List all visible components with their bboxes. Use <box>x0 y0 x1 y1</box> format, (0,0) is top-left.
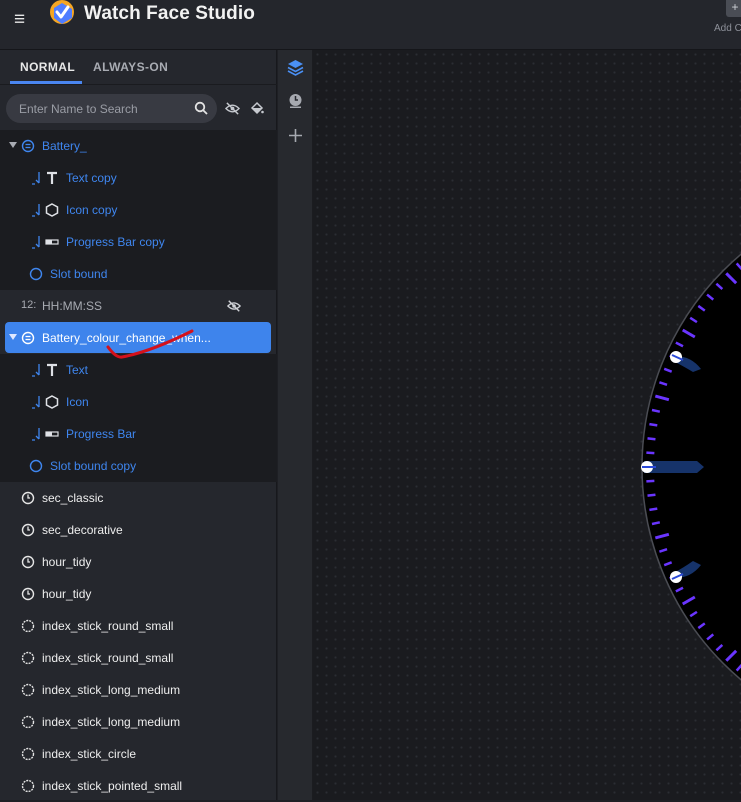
layer-row-sec-classic[interactable]: sec_classic <box>0 482 277 514</box>
layer-row-index[interactable]: index_stick_round_small <box>0 642 277 674</box>
app-title: Watch Face Studio <box>84 3 255 25</box>
layer-label: Progress Bar <box>66 427 136 441</box>
clock-hand-icon <box>21 555 35 569</box>
layer-row-index[interactable]: index_stick_long_medium <box>0 674 277 706</box>
tab-normal[interactable]: NORMAL <box>20 60 75 74</box>
layer-row-hour-tidy[interactable]: hour_tidy <box>0 546 277 578</box>
active-tab-indicator <box>10 81 82 84</box>
child-link-icon <box>30 395 44 409</box>
top-bar: ≡ Watch Face Studio + Add C <box>0 0 741 50</box>
child-link-icon <box>30 235 44 249</box>
menu-icon[interactable]: ≡ <box>14 10 34 30</box>
layer-label: hour_tidy <box>42 587 91 601</box>
child-link-icon <box>30 363 44 377</box>
layer-row-slot-bound-copy[interactable]: Slot bound copy <box>0 450 277 482</box>
child-link-icon <box>30 427 44 441</box>
layers-icon[interactable] <box>287 59 304 76</box>
slot-circle-icon <box>29 267 43 281</box>
expand-caret-icon[interactable] <box>9 334 17 340</box>
layer-row-icon-copy[interactable]: Icon copy <box>0 194 277 226</box>
index-dial-icon <box>21 715 35 729</box>
layer-row-text[interactable]: Text <box>0 354 277 386</box>
layer-label: index_stick_round_small <box>42 619 173 633</box>
layer-label: Text <box>66 363 88 377</box>
clock-hand-icon <box>21 587 35 601</box>
paint-bucket-icon[interactable] <box>250 101 264 115</box>
child-link-icon <box>30 203 44 217</box>
index-dial-icon <box>21 747 35 761</box>
hexagon-icon <box>45 203 59 217</box>
watch-face-preview[interactable] <box>313 50 741 800</box>
layer-row-index[interactable]: index_stick_long_medium <box>0 706 277 738</box>
child-link-icon <box>30 171 44 185</box>
clock-hand-icon <box>21 523 35 537</box>
expand-caret-icon[interactable] <box>9 142 17 148</box>
layer-label: index_stick_circle <box>42 747 136 761</box>
search-field[interactable]: Enter Name to Search <box>6 94 217 123</box>
layer-label: sec_classic <box>42 491 103 505</box>
tab-always-on[interactable]: ALWAYS-ON <box>93 60 168 74</box>
design-canvas[interactable] <box>313 50 741 800</box>
layer-label: Slot bound copy <box>50 459 136 473</box>
layer-row-progress-bar-copy[interactable]: Progress Bar copy <box>0 226 277 258</box>
progress-bar-icon <box>45 427 59 441</box>
dial-tick <box>652 522 660 524</box>
add-component-button[interactable]: + <box>726 0 741 17</box>
layer-label: Battery_ <box>42 139 87 153</box>
layer-label: index_stick_long_medium <box>42 683 180 697</box>
layer-label: hour_tidy <box>42 555 91 569</box>
search-icon[interactable] <box>194 101 208 115</box>
visibility-off-icon[interactable] <box>227 299 241 313</box>
layer-row-battery[interactable]: Battery_ <box>0 130 277 162</box>
layer-label: Text copy <box>66 171 117 185</box>
layer-label: Battery_colour_change_when... <box>42 331 211 345</box>
index-dial-icon <box>21 619 35 633</box>
dial-tick <box>648 438 656 439</box>
layer-row-index[interactable]: index_stick_circle <box>0 738 277 770</box>
layer-row-battery-colour-change[interactable]: Battery_colour_change_when... <box>0 322 277 354</box>
hexagon-icon <box>45 395 59 409</box>
layer-label: Progress Bar copy <box>66 235 165 249</box>
hide-all-icon[interactable] <box>225 101 240 116</box>
history-clock-icon[interactable] <box>287 92 304 109</box>
time-format-icon: 12: <box>21 299 36 311</box>
group-icon <box>21 331 35 345</box>
text-icon <box>45 363 59 377</box>
progress-bar-icon <box>45 235 59 249</box>
index-dial-icon <box>21 683 35 697</box>
search-input[interactable]: Enter Name to Search <box>19 102 138 116</box>
layer-row-icon[interactable]: Icon <box>0 386 277 418</box>
dial-tick <box>648 495 656 496</box>
layer-label: Slot bound <box>50 267 107 281</box>
index-dial-icon <box>21 651 35 665</box>
index-dial-icon <box>21 779 35 793</box>
dial-tick <box>649 509 657 510</box>
layer-row-sec-decorative[interactable]: sec_decorative <box>0 514 277 546</box>
layer-label: Icon <box>66 395 89 409</box>
clock-hand-icon <box>21 491 35 505</box>
app-logo-icon <box>48 0 76 28</box>
layer-label: index_stick_long_medium <box>42 715 180 729</box>
layer-label: index_stick_round_small <box>42 651 173 665</box>
layer-row-progress-bar[interactable]: Progress Bar <box>0 418 277 450</box>
tool-strip <box>278 50 313 800</box>
layer-row-slot-bound[interactable]: Slot bound <box>0 258 277 290</box>
slot-circle-icon <box>29 459 43 473</box>
add-component-label: Add C <box>714 23 741 34</box>
dial-tick <box>649 424 657 425</box>
layer-row-index[interactable]: index_stick_pointed_small <box>0 770 277 802</box>
layer-row-hour-tidy[interactable]: hour_tidy <box>0 578 277 610</box>
add-layer-icon[interactable] <box>288 128 303 143</box>
layer-tabs: NORMAL ALWAYS-ON <box>0 50 277 85</box>
layer-row-text-copy[interactable]: Text copy <box>0 162 277 194</box>
layer-row-index[interactable]: index_stick_round_small <box>0 610 277 642</box>
layer-label: Icon copy <box>66 203 117 217</box>
layer-label: sec_decorative <box>42 523 123 537</box>
dial-tick <box>652 410 660 412</box>
layer-row-hhmmss[interactable]: 12: HH:MM:SS <box>0 290 277 322</box>
text-icon <box>45 171 59 185</box>
layer-label: index_stick_pointed_small <box>42 779 182 793</box>
layer-label: HH:MM:SS <box>42 299 102 313</box>
group-icon <box>21 139 35 153</box>
